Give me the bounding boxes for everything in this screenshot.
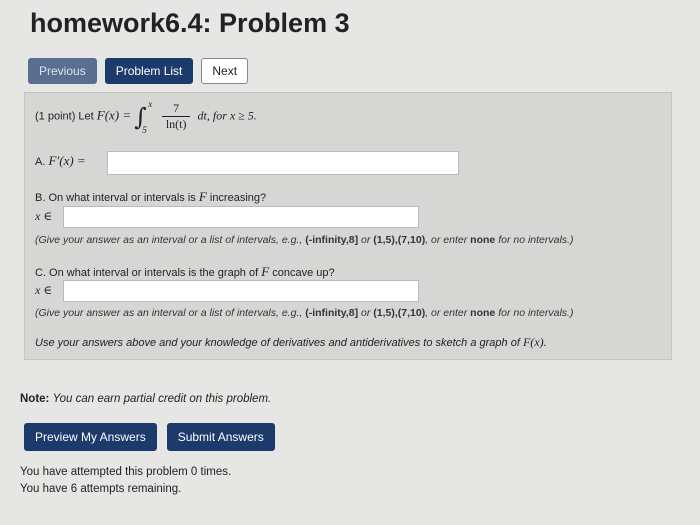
remaining-text: You have 6 attempts remaining. [20,483,182,495]
part-b-hint: (Give your answer as an interval or a li… [35,234,574,246]
denominator: ln(t) [165,117,187,131]
problem-nav: Previous Problem List Next [28,58,249,84]
partial-credit-note: Note: You can earn partial credit on thi… [20,393,271,405]
part-a-label: A. [35,156,46,168]
integral-sign: ∫ x 5 [134,98,153,135]
note-text: You can earn partial credit on this prob… [52,393,272,405]
attempt-status: You have attempted this problem 0 times.… [20,464,231,498]
numerator: 7 [161,101,191,117]
sketch-instruction: Use your answers above and your knowledg… [35,335,547,349]
upper-limit: x [148,98,153,109]
preview-answers-button[interactable]: Preview My Answers [24,423,157,451]
part-c-prefix: x ∈ [35,283,53,297]
attempts-text: You have attempted this problem 0 times. [20,466,232,478]
page-title: homework6.4: Problem 3 [30,8,350,38]
part-a: A. F′(x) = [35,153,86,169]
note-label: Note: [20,393,50,405]
part-c-input[interactable] [63,280,419,302]
answer-actions: Preview My Answers Submit Answers [24,423,275,451]
problem-list-button[interactable]: Problem List [104,58,194,84]
points-label: (1 point) Let [35,110,94,123]
submit-answers-button[interactable]: Submit Answers [166,423,275,451]
part-b-question: B. On what interval or intervals is F in… [35,189,267,204]
part-a-expr: F′(x) = [48,153,86,168]
part-a-input[interactable] [107,151,459,175]
part-c-question: C. On what interval or intervals is the … [35,264,335,279]
function-def: F(x) = [96,107,132,123]
integrand: 7 ln(t) [161,101,191,132]
problem-statement: (1 point) Let F(x) = ∫ x 5 7 ln(t) dt, for… [35,98,257,135]
part-b-input[interactable] [63,206,419,228]
integral-tail: dt, for x ≥ 5. [197,108,257,123]
next-button[interactable]: Next [201,58,249,84]
part-b-prefix: x ∈ [35,209,53,223]
part-c-hint: (Give your answer as an interval or a li… [35,307,574,319]
previous-button[interactable]: Previous [28,58,97,84]
lower-limit: 5 [142,124,147,135]
problem-box: (1 point) Let F(x) = ∫ x 5 7 ln(t) dt, for… [24,92,672,360]
